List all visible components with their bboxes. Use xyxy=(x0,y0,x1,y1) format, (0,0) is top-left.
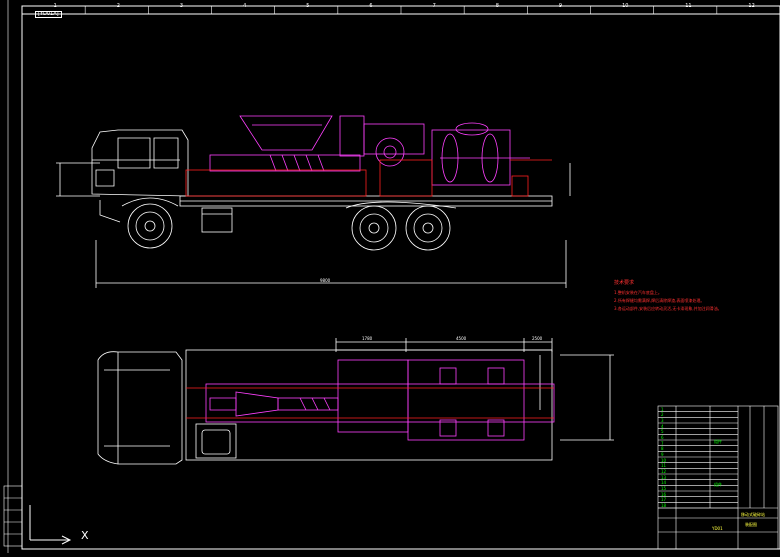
title-block-mid-label: 组件 xyxy=(714,439,722,444)
ruler-number: 4 xyxy=(243,3,247,9)
title-block-row-number: 1 xyxy=(661,406,664,412)
ruler-number: 2 xyxy=(116,3,120,9)
title-block-row-number: 10 xyxy=(661,457,667,463)
ruler-number: 8 xyxy=(495,3,499,9)
title-block-row-number: 2 xyxy=(661,412,664,418)
note-line: 1.整机安装在汽车底盘上。 xyxy=(614,290,662,295)
title-block-row-number: 6 xyxy=(661,434,664,440)
side-view-chassis xyxy=(56,129,571,288)
dim-plan-2: 4500 xyxy=(456,336,467,341)
plan-view-chassis xyxy=(97,338,614,465)
ruler-number: 9 xyxy=(558,3,563,9)
ruler-number: 11 xyxy=(685,3,692,9)
title-block-row-number: 4 xyxy=(661,423,664,429)
title-block-row-number: 16 xyxy=(661,491,667,497)
title-block-row-number: 13 xyxy=(661,474,667,480)
title-block-row-number: 5 xyxy=(661,429,664,435)
dim-plan-3: 2500 xyxy=(532,336,543,341)
ruler-number: 7 xyxy=(432,3,436,9)
dim-plan-1: 1780 xyxy=(362,336,373,341)
title-block-row-number: 11 xyxy=(661,463,667,469)
drawing-name: 移动式破碎站 xyxy=(741,512,765,517)
note-line: 3.各运动部件,安装后应转动灵活,无卡滞现象,并加注润滑油。 xyxy=(614,306,722,311)
title-block-row-number: 3 xyxy=(661,417,664,423)
left-label-panel xyxy=(3,485,23,547)
cad-drawing-canvas[interactable]: 1 2 3 4 5 6 7 8 9 10 11 12 [YD01A] 9800 1780 4500 2… xyxy=(0,0,780,553)
ucs-axis-icon xyxy=(29,505,72,545)
note-line: 2.所有焊缝均需满焊,焊后清除焊渣,表面喷漆处理。 xyxy=(614,298,705,303)
drawing-unit: 装配图 xyxy=(745,522,757,527)
axis-x-label: X xyxy=(81,529,89,542)
title-block-row-number: 8 xyxy=(661,446,664,452)
drawing-number: YD01 xyxy=(712,526,723,531)
ruler-number: 1 xyxy=(53,3,57,9)
ruler-number: 12 xyxy=(748,3,755,9)
ruler-number: 10 xyxy=(622,3,629,9)
title-block-row-number: 12 xyxy=(661,468,667,474)
ruler-number: 6 xyxy=(369,3,373,9)
title-block-mid-label: 组件 xyxy=(714,482,722,487)
side-view-machine xyxy=(209,115,530,186)
drawing-stamp: [YD01A] xyxy=(35,11,62,18)
title-block-row-number: 9 xyxy=(661,451,664,457)
ruler-number: 3 xyxy=(179,3,184,9)
dim-overall-length: 9800 xyxy=(320,278,331,283)
side-view-frame xyxy=(185,159,552,197)
plan-view-machine xyxy=(205,359,555,441)
ruler-number: 5 xyxy=(306,3,310,9)
notes-title: 技术要求 xyxy=(614,280,635,286)
title-block-row-number: 17 xyxy=(661,497,667,503)
title-block-row-number: 7 xyxy=(661,440,664,446)
title-block-row-number: 14 xyxy=(661,480,667,486)
title-block-row-number: 15 xyxy=(661,485,667,491)
title-block-row-number: 18 xyxy=(661,502,667,508)
